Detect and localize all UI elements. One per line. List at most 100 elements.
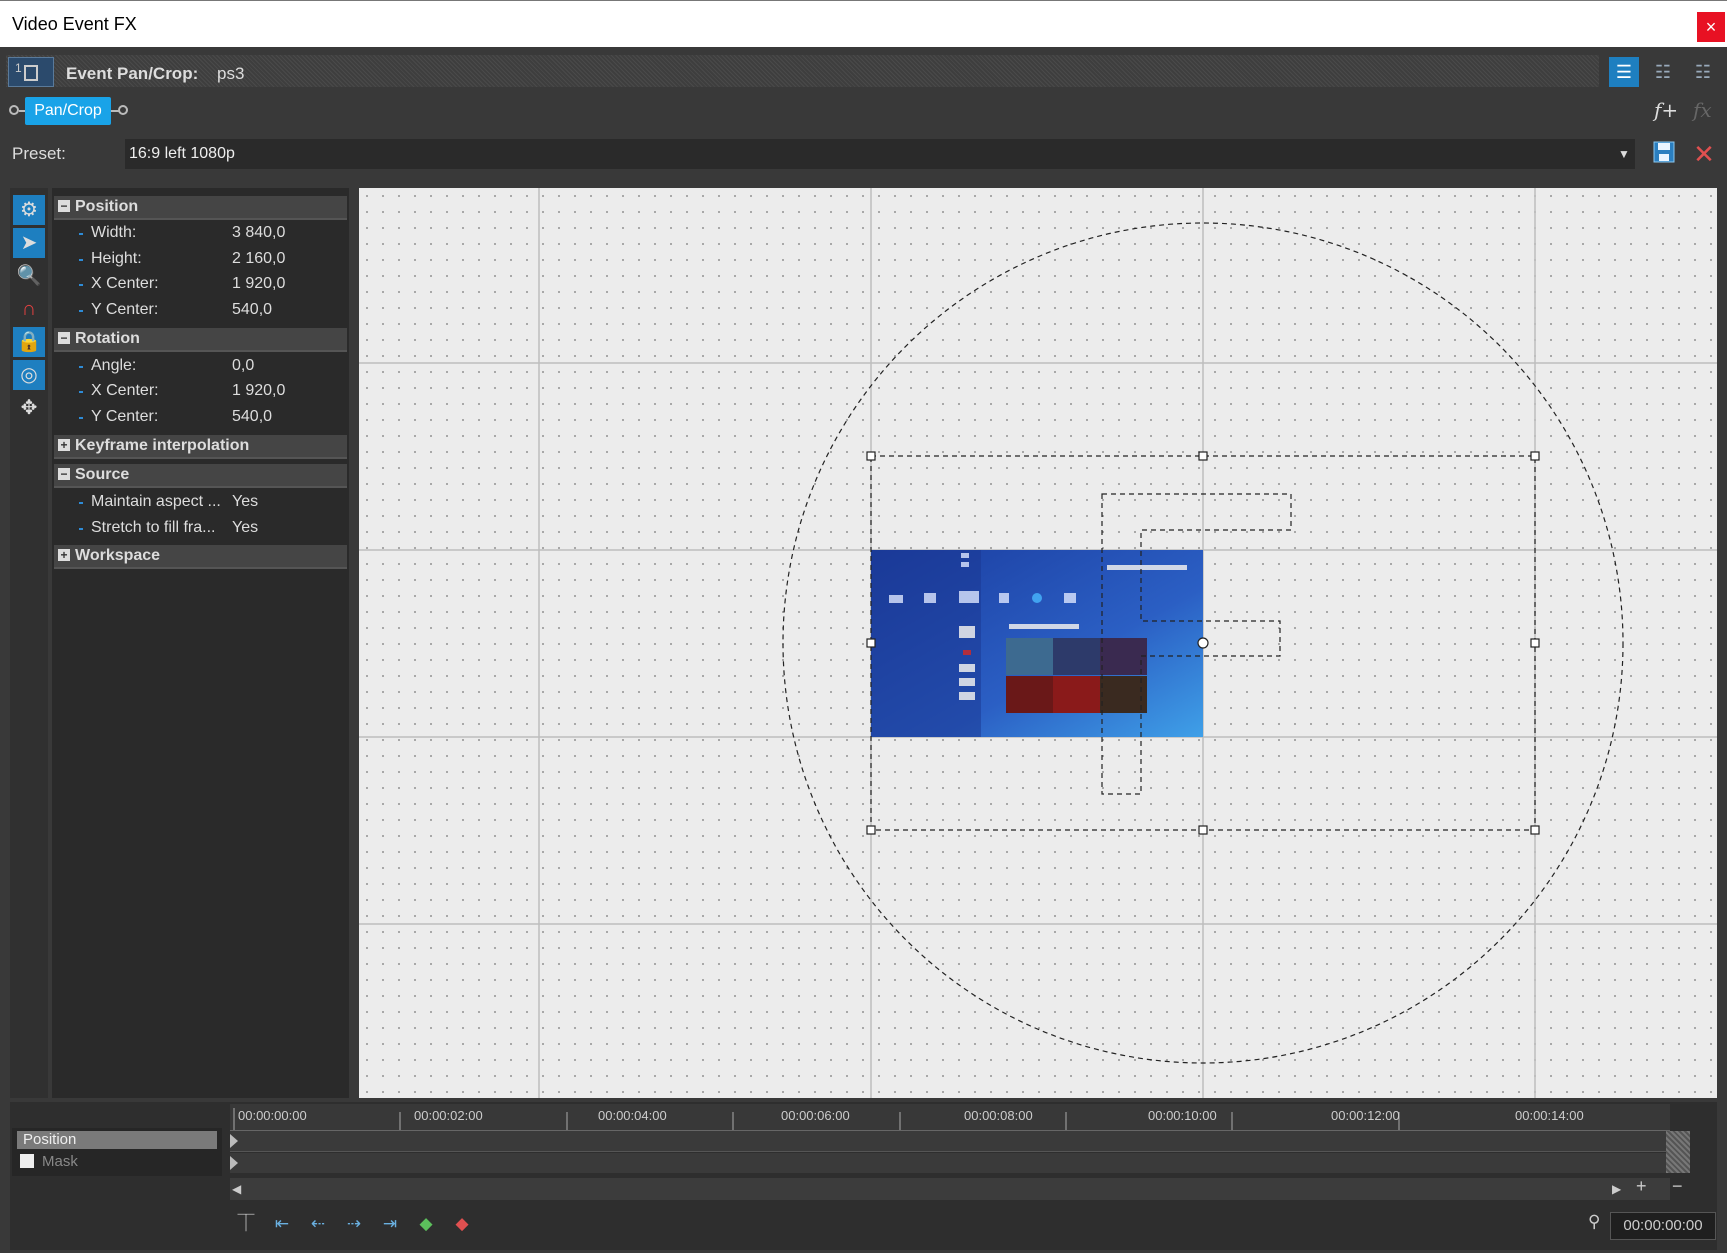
tab-pan-crop[interactable]: Pan/Crop xyxy=(25,97,111,125)
scale-about-center-icon[interactable]: ◎ xyxy=(13,360,45,390)
prop-label: Y Center: xyxy=(91,408,159,425)
preset-dropdown[interactable]: 16:9 left 1080p xyxy=(125,139,1635,169)
delete-preset-icon[interactable]: ✕ xyxy=(1690,140,1718,168)
tree-connector xyxy=(79,502,83,504)
save-preset-icon[interactable] xyxy=(1650,140,1678,168)
sync-cursor-icon[interactable]: ⏉ xyxy=(232,1212,260,1236)
zoom-icon[interactable]: 🔍 xyxy=(13,261,45,291)
preset-label: Preset: xyxy=(12,144,66,163)
collapse-icon[interactable]: − xyxy=(58,200,70,212)
mask-keyframe-track[interactable] xyxy=(230,1153,1670,1173)
settings-gear-icon[interactable]: ⚙ xyxy=(13,195,45,225)
snap-magnet-icon[interactable]: ∩ xyxy=(13,294,45,324)
close-button[interactable]: × xyxy=(1697,12,1725,42)
properties-panel xyxy=(52,188,349,1098)
view-single-icon[interactable]: ☰ xyxy=(1609,57,1639,87)
chain-start-node-icon xyxy=(9,105,19,115)
delete-keyframe-icon[interactable]: ◆ xyxy=(448,1212,476,1236)
group-position[interactable]: − Position xyxy=(54,196,347,220)
header-event-name: ps3 xyxy=(217,64,245,83)
prop-value[interactable]: 1 920,0 xyxy=(232,382,285,400)
ruler-time-label: 00:00:00:00 xyxy=(238,1108,307,1123)
tree-connector xyxy=(79,310,83,312)
view-list-icon[interactable]: ☷ xyxy=(1648,57,1678,87)
prop-value[interactable]: 3 840,0 xyxy=(232,224,285,242)
group-label: Position xyxy=(75,198,139,215)
prop-value[interactable]: 2 160,0 xyxy=(232,250,285,268)
prop-value[interactable]: Yes xyxy=(232,519,258,537)
expand-icon[interactable]: + xyxy=(58,549,70,561)
timeline-end-region xyxy=(1666,1131,1690,1173)
zoom-out-icon[interactable]: − xyxy=(1672,1176,1683,1197)
plugin-header-bar xyxy=(6,55,1599,87)
tree-connector xyxy=(79,366,83,368)
title-bar xyxy=(0,0,1727,48)
ruler-time-label: 00:00:06:00 xyxy=(781,1108,850,1123)
prop-label: Width: xyxy=(91,224,137,241)
prop-label: Angle: xyxy=(91,357,137,374)
group-keyframe-interpolation[interactable]: + Keyframe interpolation xyxy=(54,435,347,459)
add-keyframe-icon[interactable]: ◆ xyxy=(412,1212,440,1236)
first-keyframe-icon[interactable]: ⇤ xyxy=(268,1212,296,1236)
group-label: Rotation xyxy=(75,330,140,347)
tree-connector xyxy=(79,233,83,235)
group-source[interactable]: − Source xyxy=(54,464,347,488)
scroll-left-icon[interactable]: ◀ xyxy=(232,1178,241,1200)
workspace-canvas[interactable] xyxy=(359,188,1717,1098)
remove-fx-button[interactable]: fx xyxy=(1693,98,1712,122)
film-icon: 1 xyxy=(15,61,38,81)
tools-column xyxy=(10,188,48,1098)
prop-label: Maintain aspect ... xyxy=(91,493,221,510)
ruler-time-label: 00:00:10:00 xyxy=(1148,1108,1217,1123)
group-label: Source xyxy=(75,466,130,483)
prev-keyframe-icon[interactable]: ⇠ xyxy=(304,1212,332,1236)
tree-connector xyxy=(79,391,83,393)
pan-crop-workspace[interactable] xyxy=(359,188,1717,1098)
prop-label: Y Center: xyxy=(91,301,159,318)
ruler-time-label: 00:00:02:00 xyxy=(414,1108,483,1123)
zoom-in-icon[interactable]: + xyxy=(1636,1176,1647,1197)
ruler-time-label: 00:00:12:00 xyxy=(1331,1108,1400,1123)
prop-label: X Center: xyxy=(91,275,159,292)
tree-connector xyxy=(79,259,83,261)
prop-value[interactable]: Yes xyxy=(232,493,258,511)
track-mask-label: Mask xyxy=(42,1153,78,1170)
move-freely-icon[interactable]: ✥ xyxy=(13,393,45,423)
prop-label: X Center: xyxy=(91,382,159,399)
mask-checkbox[interactable] xyxy=(20,1154,34,1168)
prop-value[interactable]: 540,0 xyxy=(232,408,272,426)
cursor-pin-icon[interactable]: ⚲ xyxy=(1588,1212,1600,1232)
prop-value[interactable]: 0,0 xyxy=(232,357,254,375)
header-label: Event Pan/Crop: xyxy=(66,64,199,83)
cursor-time-field[interactable]: 00:00:00:00 xyxy=(1610,1212,1716,1240)
keyframe-marker-icon[interactable] xyxy=(230,1153,246,1173)
keyframe-marker-icon[interactable] xyxy=(230,1131,246,1151)
next-keyframe-icon[interactable]: ⇢ xyxy=(340,1212,368,1236)
view-grid-icon[interactable]: ☷ xyxy=(1688,57,1718,87)
prop-value[interactable]: 1 920,0 xyxy=(232,275,285,293)
group-rotation[interactable]: − Rotation xyxy=(54,328,347,352)
prop-label: Height: xyxy=(91,250,142,267)
prop-value[interactable]: 540,0 xyxy=(232,301,272,319)
collapse-icon[interactable]: − xyxy=(58,332,70,344)
tree-connector xyxy=(79,528,83,530)
group-label: Keyframe interpolation xyxy=(75,437,250,454)
chain-end-node-icon xyxy=(118,105,128,115)
scroll-right-icon[interactable]: ▶ xyxy=(1612,1178,1621,1200)
chevron-down-icon[interactable]: ▼ xyxy=(1613,139,1635,169)
lock-aspect-icon[interactable]: 🔒 xyxy=(13,327,45,357)
group-label: Workspace xyxy=(75,547,161,564)
select-arrow-icon[interactable]: ➤ xyxy=(13,228,45,258)
group-workspace[interactable]: + Workspace xyxy=(54,545,347,569)
last-keyframe-icon[interactable]: ⇥ xyxy=(376,1212,404,1236)
expand-icon[interactable]: + xyxy=(58,439,70,451)
add-fx-button[interactable]: f+ xyxy=(1654,98,1678,122)
svg-text:1: 1 xyxy=(15,61,22,75)
timeline-scrollbar[interactable] xyxy=(230,1178,1670,1200)
plugin-chain-icon[interactable]: 1 xyxy=(8,57,54,87)
track-position-label[interactable]: Position xyxy=(17,1131,217,1149)
ruler-time-label: 00:00:14:00 xyxy=(1515,1108,1584,1123)
position-keyframe-track[interactable] xyxy=(230,1131,1670,1152)
collapse-icon[interactable]: − xyxy=(58,468,70,480)
window-title: Video Event FX xyxy=(12,14,137,34)
